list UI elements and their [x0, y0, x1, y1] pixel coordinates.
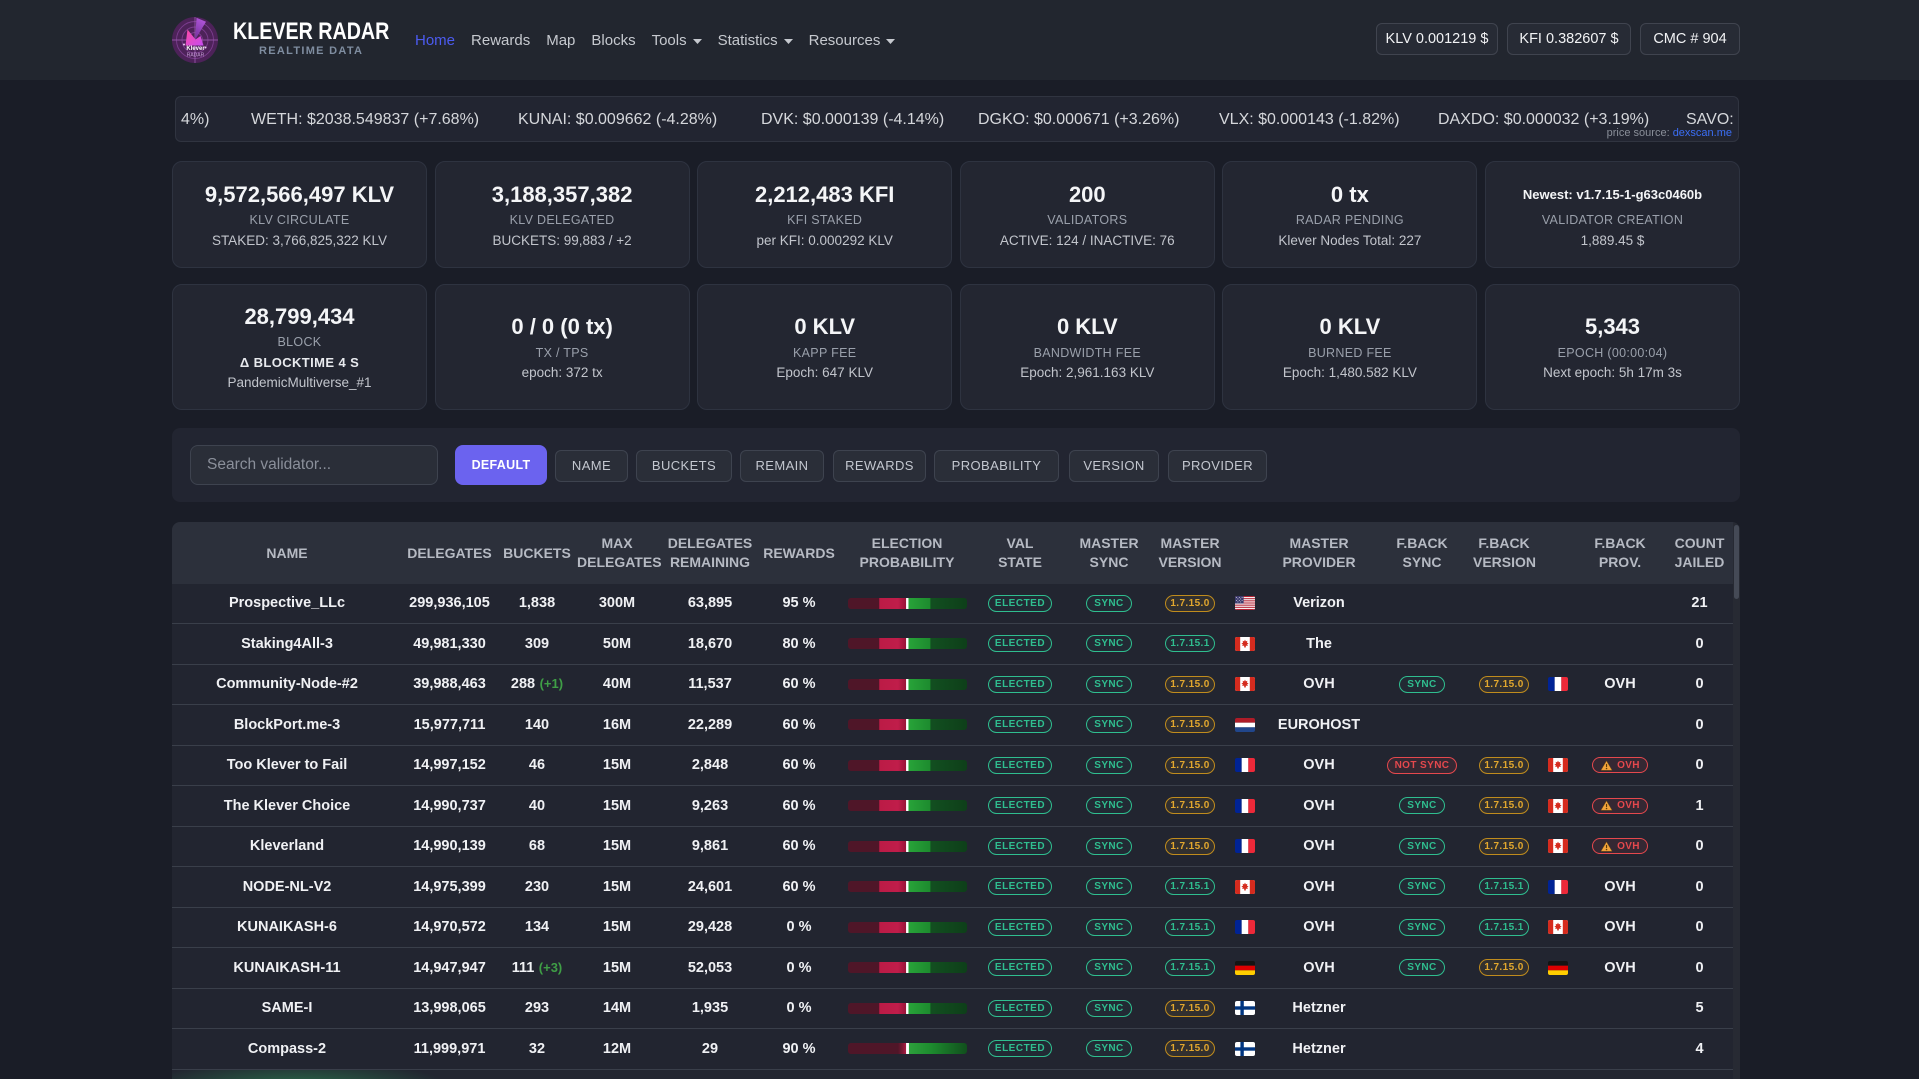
svg-text:RADAR: RADAR: [187, 53, 205, 59]
svg-text:Klever: Klever: [186, 46, 205, 52]
